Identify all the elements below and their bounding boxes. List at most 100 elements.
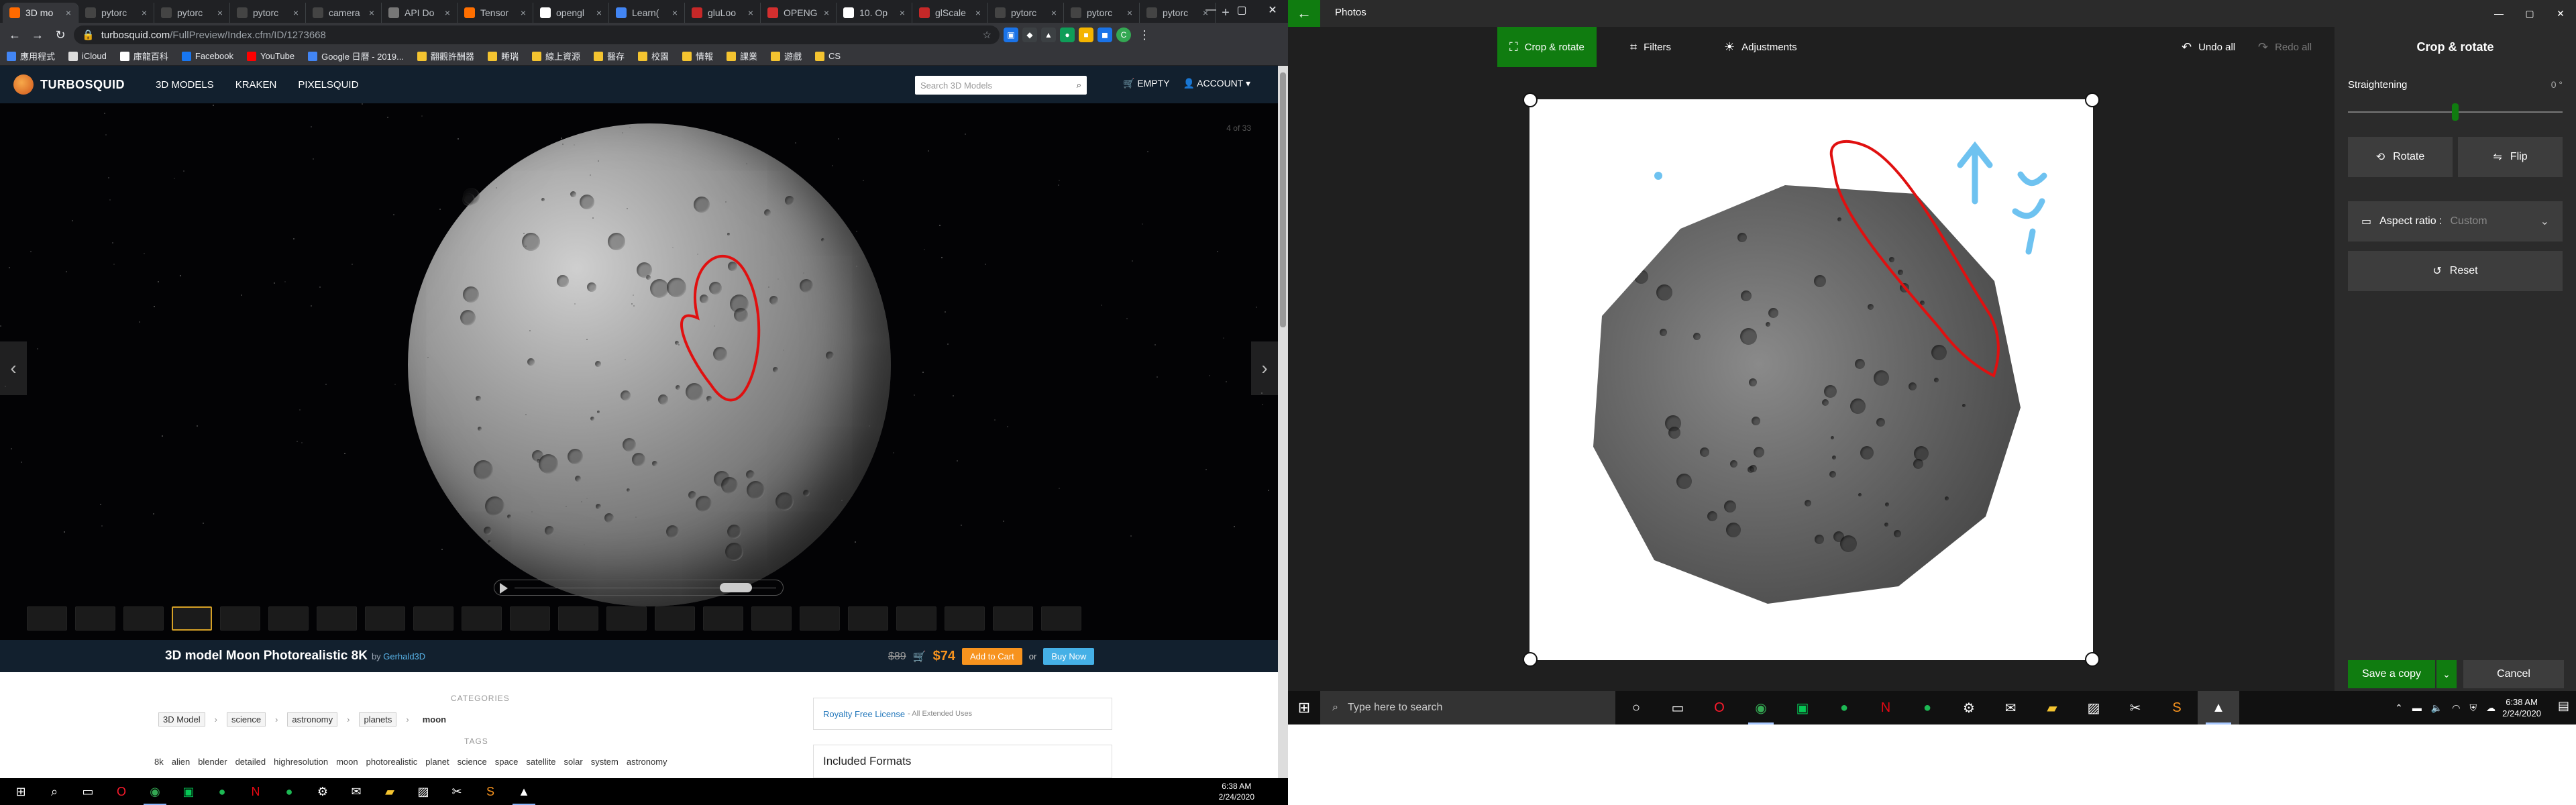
forward-icon[interactable]: →	[28, 25, 47, 44]
thumbnail[interactable]	[27, 606, 67, 631]
search-input[interactable]: Search 3D Models ⌕	[915, 76, 1087, 95]
browser-tab[interactable]: pytorc ×	[1064, 3, 1140, 23]
tab-close-icon[interactable]: ×	[596, 7, 602, 18]
wifi-icon[interactable]: ◠	[2452, 702, 2460, 714]
opera-icon[interactable]: O	[1699, 691, 1740, 724]
tab-adjustments[interactable]: ☀ Adjustments	[1712, 27, 1809, 67]
scrollbar-thumb[interactable]	[1280, 72, 1286, 327]
browser-tab[interactable]: Tensor ×	[458, 3, 533, 23]
aspect-ratio-dropdown[interactable]: ▭ Aspect ratio : Custom ⌄	[2348, 201, 2563, 241]
mail-icon[interactable]: ✉	[339, 778, 373, 805]
bookmark-item[interactable]: YouTube	[246, 51, 294, 61]
bookmark-item[interactable]: 翻觀許酬器	[417, 50, 474, 62]
nav-kraken[interactable]: KRAKEN	[235, 79, 277, 91]
category-link[interactable]: moon	[419, 713, 450, 726]
thumbnail[interactable]	[268, 606, 309, 631]
bookmark-item[interactable]: Google 日曆 - 2019...	[308, 50, 404, 62]
onedrive-icon[interactable]: ☁	[2486, 702, 2496, 714]
opera-icon[interactable]: O	[105, 778, 138, 805]
browser-tab[interactable]: OPENG ×	[761, 3, 837, 23]
crop-frame[interactable]	[1523, 93, 2100, 667]
tab-close-icon[interactable]: ×	[975, 7, 981, 18]
tag-link[interactable]: solar	[564, 757, 583, 767]
thumbnail[interactable]	[751, 606, 792, 631]
tab-close-icon[interactable]: ×	[66, 7, 71, 18]
tab-close-icon[interactable]: ×	[900, 7, 905, 18]
search-icon[interactable]: ⌕	[38, 778, 71, 805]
line-icon[interactable]: ▣	[1782, 691, 1823, 724]
tag-link[interactable]: moon	[336, 757, 358, 767]
flip-button[interactable]: ⇋ Flip	[2458, 137, 2563, 177]
bookmark-item[interactable]: 醫存	[593, 50, 625, 62]
save-options-chevron-icon[interactable]: ⌄	[2436, 660, 2457, 688]
scrubber-thumb[interactable]	[720, 583, 752, 592]
rotate-button[interactable]: ⟲ Rotate	[2348, 137, 2453, 177]
browser-tab[interactable]: pytorc ×	[988, 3, 1064, 23]
undo-all-button[interactable]: ↶ Undo all	[2169, 27, 2247, 67]
tab-filters[interactable]: ⌗ Filters	[1618, 27, 1683, 67]
tab-close-icon[interactable]: ×	[217, 7, 223, 18]
tab-close-icon[interactable]: ×	[445, 7, 450, 18]
reset-button[interactable]: ↺ Reset	[2348, 251, 2563, 291]
thumbnail[interactable]	[655, 606, 695, 631]
browser-tab[interactable]: glScale ×	[912, 3, 988, 23]
browser-tab[interactable]: camera ×	[306, 3, 382, 23]
bookmark-item[interactable]: 線上資源	[531, 50, 580, 62]
nav-3d-models[interactable]: 3D MODELS	[156, 79, 214, 91]
chrome-icon[interactable]: ◉	[1740, 691, 1782, 724]
extension-icon[interactable]: ■	[1079, 28, 1093, 42]
tab-close-icon[interactable]: ×	[748, 7, 753, 18]
license-link[interactable]: Royalty Free License	[823, 709, 905, 719]
browser-tab[interactable]: pytorc ×	[230, 3, 306, 23]
search-icon[interactable]: ⌕	[1077, 80, 1081, 91]
tab-close-icon[interactable]: ×	[824, 7, 829, 18]
prev-image-button[interactable]: ‹	[0, 341, 27, 395]
thumbnail[interactable]	[896, 606, 936, 631]
cart-button[interactable]: 🛒 EMPTY	[1123, 78, 1170, 89]
address-bar[interactable]: 🔒 turbosquid.com/FullPreview/Index.cfm/I…	[74, 25, 1000, 44]
thumbnail[interactable]	[848, 606, 888, 631]
snip-icon[interactable]: ✂	[2114, 691, 2156, 724]
tab-close-icon[interactable]: ×	[672, 7, 678, 18]
tag-link[interactable]: system	[591, 757, 619, 767]
cortana-icon[interactable]: ○	[1615, 691, 1657, 724]
tag-link[interactable]: planet	[425, 757, 449, 767]
browser-tab[interactable]: pytorc ×	[78, 3, 154, 23]
extension-icon[interactable]: ▣	[1004, 28, 1018, 42]
account-menu[interactable]: 👤 ACCOUNT ▾	[1183, 78, 1250, 89]
tag-link[interactable]: alien	[172, 757, 190, 767]
extension-icon[interactable]: ▲	[1041, 28, 1056, 42]
chrome-icon[interactable]: ◉	[138, 778, 172, 805]
tag-link[interactable]: science	[458, 757, 487, 767]
next-image-button[interactable]: ›	[1251, 341, 1278, 395]
save-copy-button[interactable]: Save a copy	[2348, 660, 2435, 688]
tag-link[interactable]: photorealistic	[366, 757, 418, 767]
taskbar-search-input[interactable]: ⌕ Type here to search	[1320, 691, 1615, 724]
thumbnail[interactable]	[800, 606, 840, 631]
reload-icon[interactable]: ↻	[51, 25, 70, 44]
tag-link[interactable]: 8k	[154, 757, 164, 767]
browser-tab[interactable]: 3D mo ×	[3, 3, 78, 23]
minimize-button[interactable]: —	[2483, 0, 2514, 27]
thumbnail[interactable]	[510, 606, 550, 631]
author-link[interactable]: Gerhald3D	[383, 651, 425, 661]
crop-handle-bottom-left[interactable]	[1523, 652, 1538, 667]
tab-close-icon[interactable]: ×	[1051, 7, 1057, 18]
thumbnail[interactable]	[945, 606, 985, 631]
thumbnail[interactable]	[172, 606, 212, 631]
profile-avatar[interactable]: C	[1116, 28, 1131, 42]
cancel-button[interactable]: Cancel	[2463, 660, 2564, 688]
browser-tab[interactable]: pytorc ×	[154, 3, 230, 23]
volume-icon[interactable]: 🔈	[2431, 702, 2443, 714]
extension-icon[interactable]: ●	[1060, 28, 1075, 42]
file-explorer-icon[interactable]: ▰	[2031, 691, 2073, 724]
rotation-scrubber[interactable]	[494, 580, 784, 596]
windows-start-icon[interactable]: ⊞	[4, 778, 38, 805]
crop-handle-top-left[interactable]	[1523, 93, 1538, 107]
close-window-button[interactable]: ✕	[2545, 0, 2576, 27]
crop-handle-top-right[interactable]	[2085, 93, 2100, 107]
tab-close-icon[interactable]: ×	[142, 7, 147, 18]
close-window-button[interactable]: ✕	[1257, 0, 1288, 20]
photos-icon[interactable]: ▲	[2198, 691, 2239, 724]
sublime-icon[interactable]: S	[474, 778, 507, 805]
